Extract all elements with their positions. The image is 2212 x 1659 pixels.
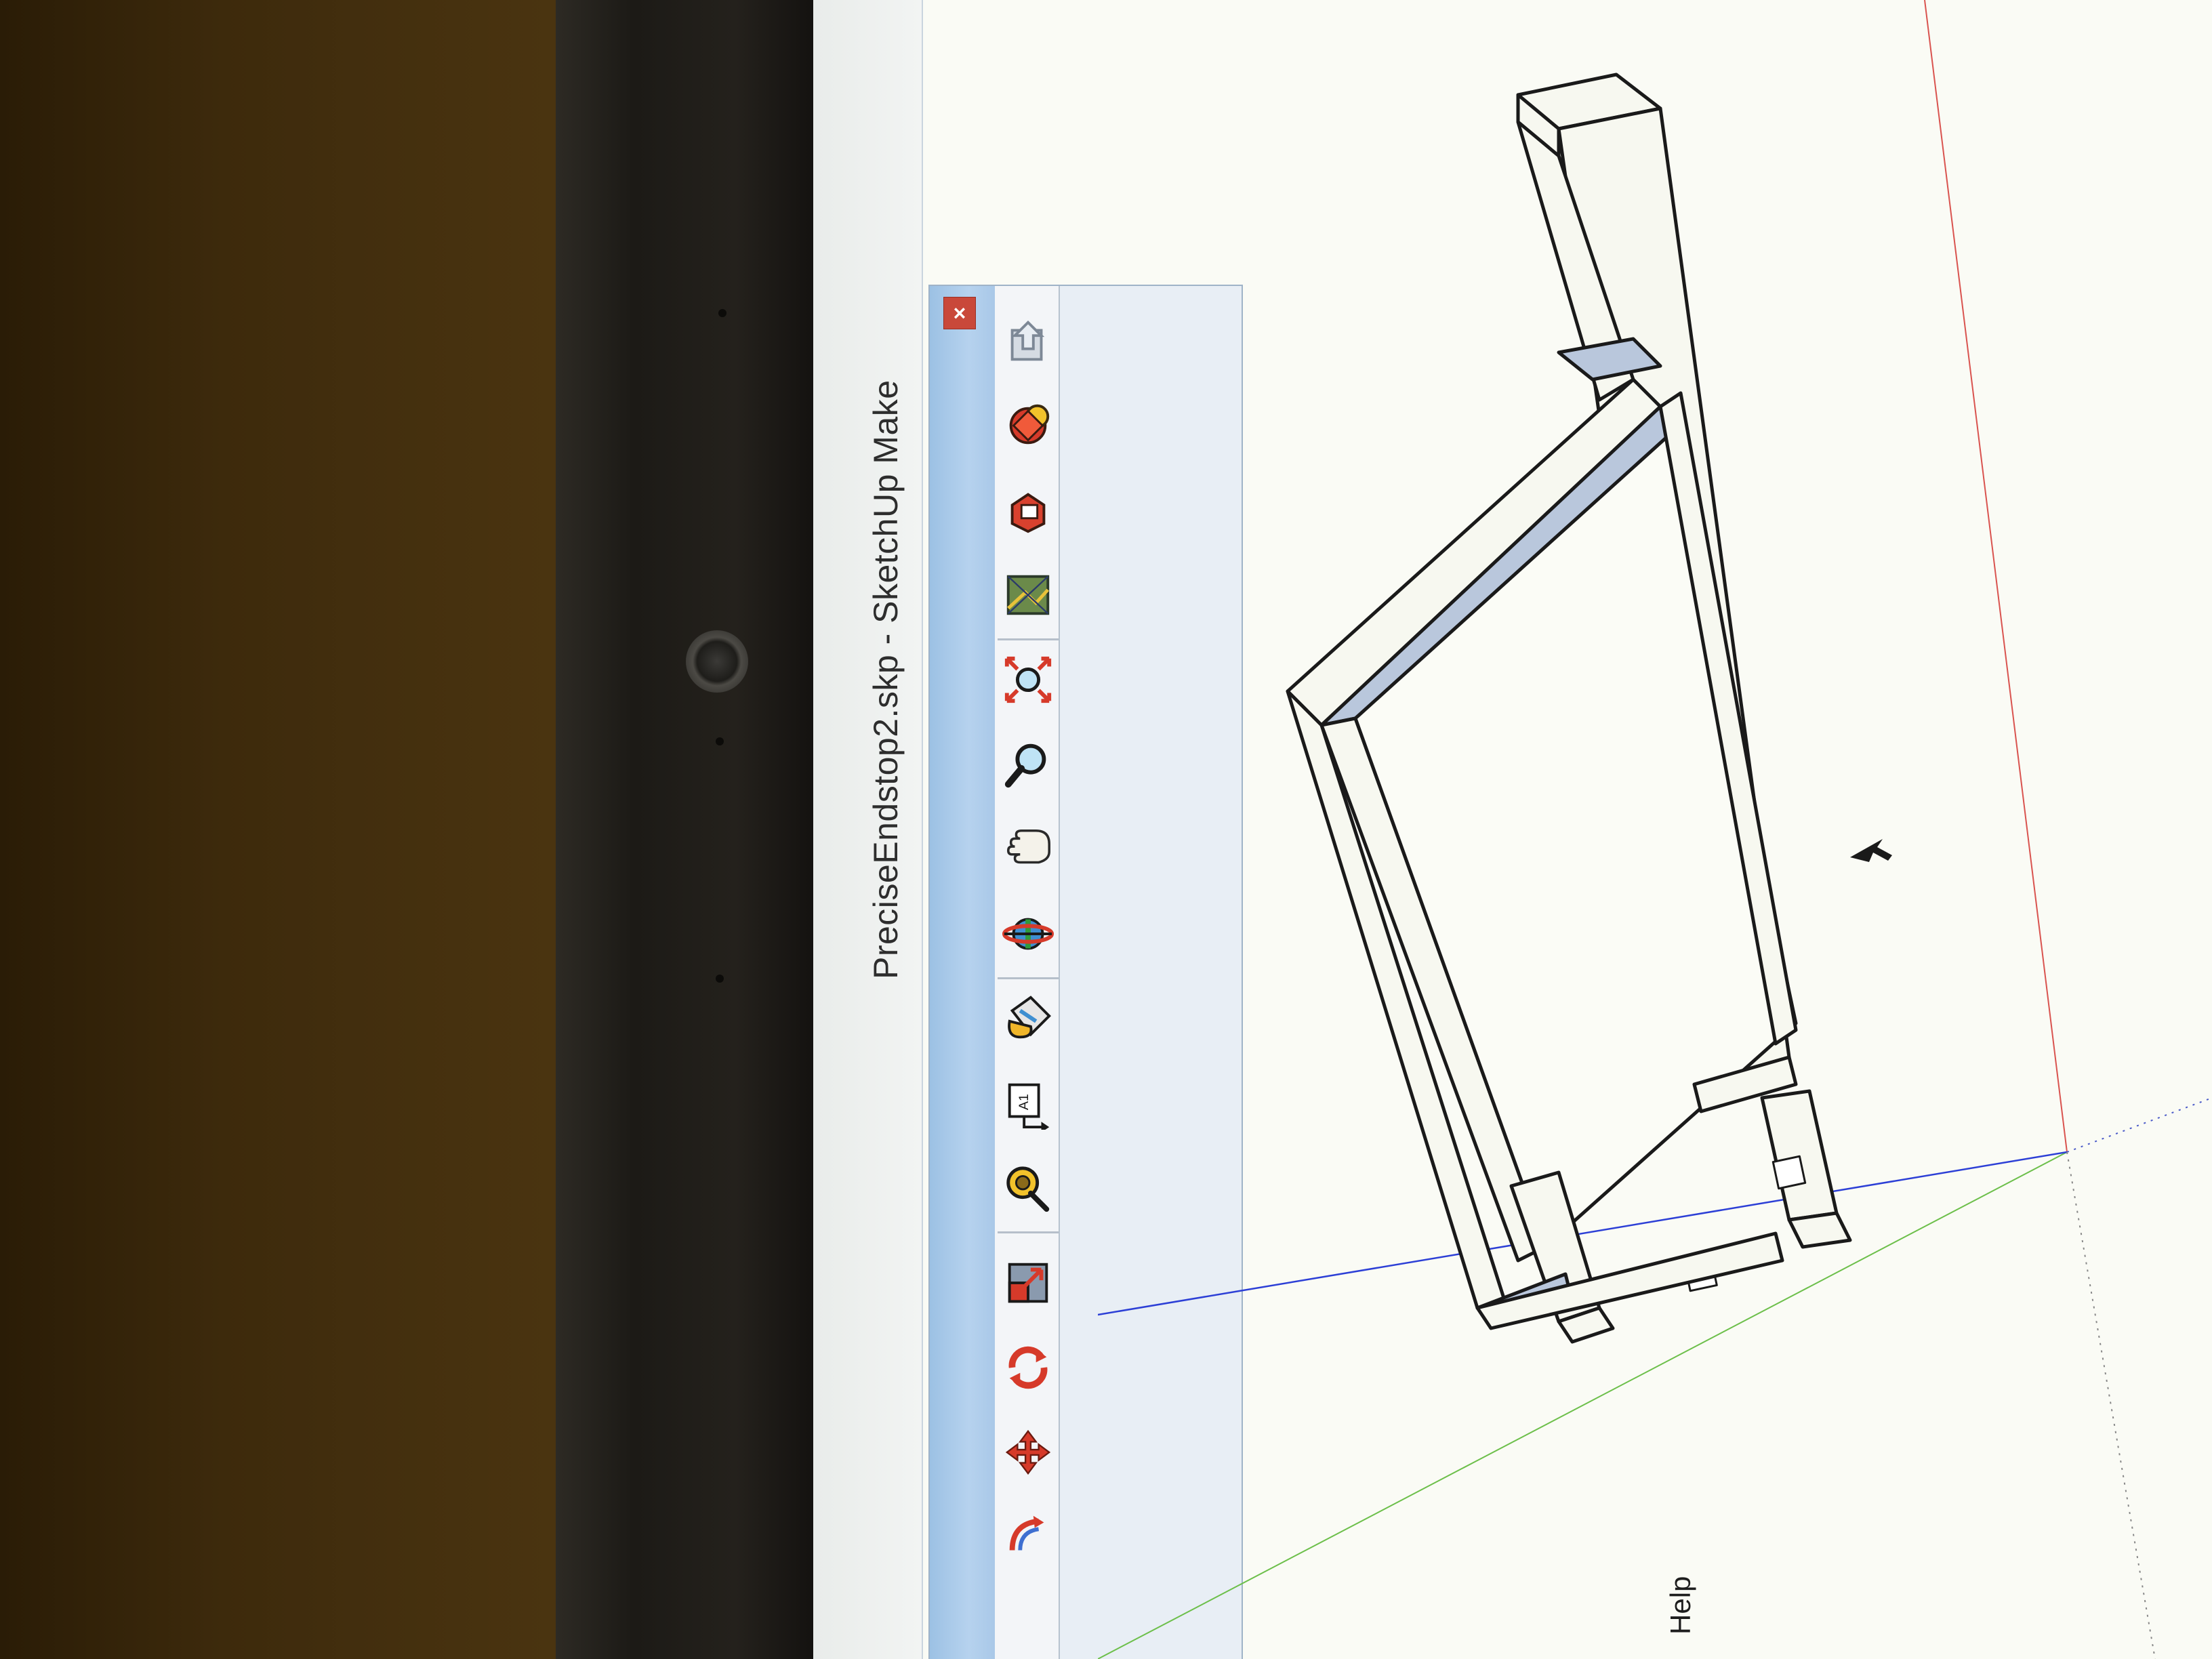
window-title: PreciseEndstop2.skp - SketchUp Make	[867, 380, 905, 979]
extension-warehouse-icon	[1009, 404, 1050, 445]
zoom-extents-icon	[1004, 656, 1052, 703]
orbit-icon	[1002, 918, 1054, 950]
zoom-button[interactable]	[1000, 737, 1056, 792]
title-bar: PreciseEndstop2.skp - SketchUp Make	[813, 0, 923, 1659]
move-icon	[1005, 1429, 1051, 1475]
bezel-sensor-dot	[716, 737, 724, 745]
webcam	[686, 630, 748, 693]
tape-measure-button[interactable]	[1000, 1160, 1056, 1216]
bezel-sensor-dot	[718, 309, 726, 317]
toolbar-separator	[998, 1231, 1059, 1233]
text-tool-button[interactable]: A1	[1000, 1076, 1056, 1131]
close-icon: ×	[953, 300, 966, 325]
follow-me-icon	[1009, 1515, 1044, 1551]
toolbar-separator	[998, 638, 1059, 640]
text-tool-icon: A1	[1008, 1083, 1050, 1130]
green-axis	[1097, 1151, 2068, 1659]
bezel-sensor-dot	[716, 975, 724, 983]
paint-bucket-button[interactable]	[1000, 991, 1056, 1046]
toolbar-caption[interactable]: ×	[930, 286, 995, 1659]
photo-match-button[interactable]	[1000, 567, 1056, 623]
svg-text:A1: A1	[1017, 1094, 1031, 1110]
green-axis-hidden	[2066, 1151, 2156, 1659]
zoom-icon	[1004, 743, 1046, 788]
desk-background	[0, 0, 556, 1659]
follow-me-button[interactable]	[1000, 1509, 1056, 1565]
rotate-icon	[1008, 1346, 1048, 1389]
share-model-button[interactable]	[1000, 313, 1056, 369]
endstop-model	[1286, 73, 1852, 1344]
paint-bucket-icon	[1008, 996, 1051, 1039]
rotate-button[interactable]	[1000, 1340, 1056, 1395]
pan-button[interactable]	[1000, 821, 1056, 877]
pan-hand-icon	[1006, 829, 1050, 864]
model-drawing	[1097, 0, 2212, 1659]
orbit-button[interactable]	[1000, 906, 1056, 962]
tape-measure-icon	[1006, 1166, 1050, 1212]
extension-warehouse-button[interactable]	[1000, 398, 1056, 453]
model-viewport[interactable]	[1097, 0, 2212, 1659]
photo-match-icon	[1006, 575, 1050, 615]
blue-axis-hidden	[2066, 1097, 2212, 1153]
scale-button[interactable]	[1000, 1255, 1056, 1311]
monitor-bezel	[556, 0, 813, 1659]
scale-icon	[1008, 1263, 1048, 1303]
send-to-layout-button[interactable]	[1000, 483, 1056, 538]
layout-send-icon	[1010, 493, 1046, 533]
toolbar-close-button[interactable]: ×	[943, 297, 976, 329]
red-axis	[1924, 0, 2068, 1153]
move-button[interactable]	[1000, 1425, 1056, 1480]
zoom-extents-button[interactable]	[1000, 652, 1056, 708]
toolbar-separator	[998, 977, 1059, 979]
mouse-cursor-icon	[1850, 839, 1892, 862]
3d-warehouse-share-icon	[1010, 320, 1045, 361]
sketchup-window: PreciseEndstop2.skp - SketchUp Make Help…	[813, 0, 2212, 1659]
